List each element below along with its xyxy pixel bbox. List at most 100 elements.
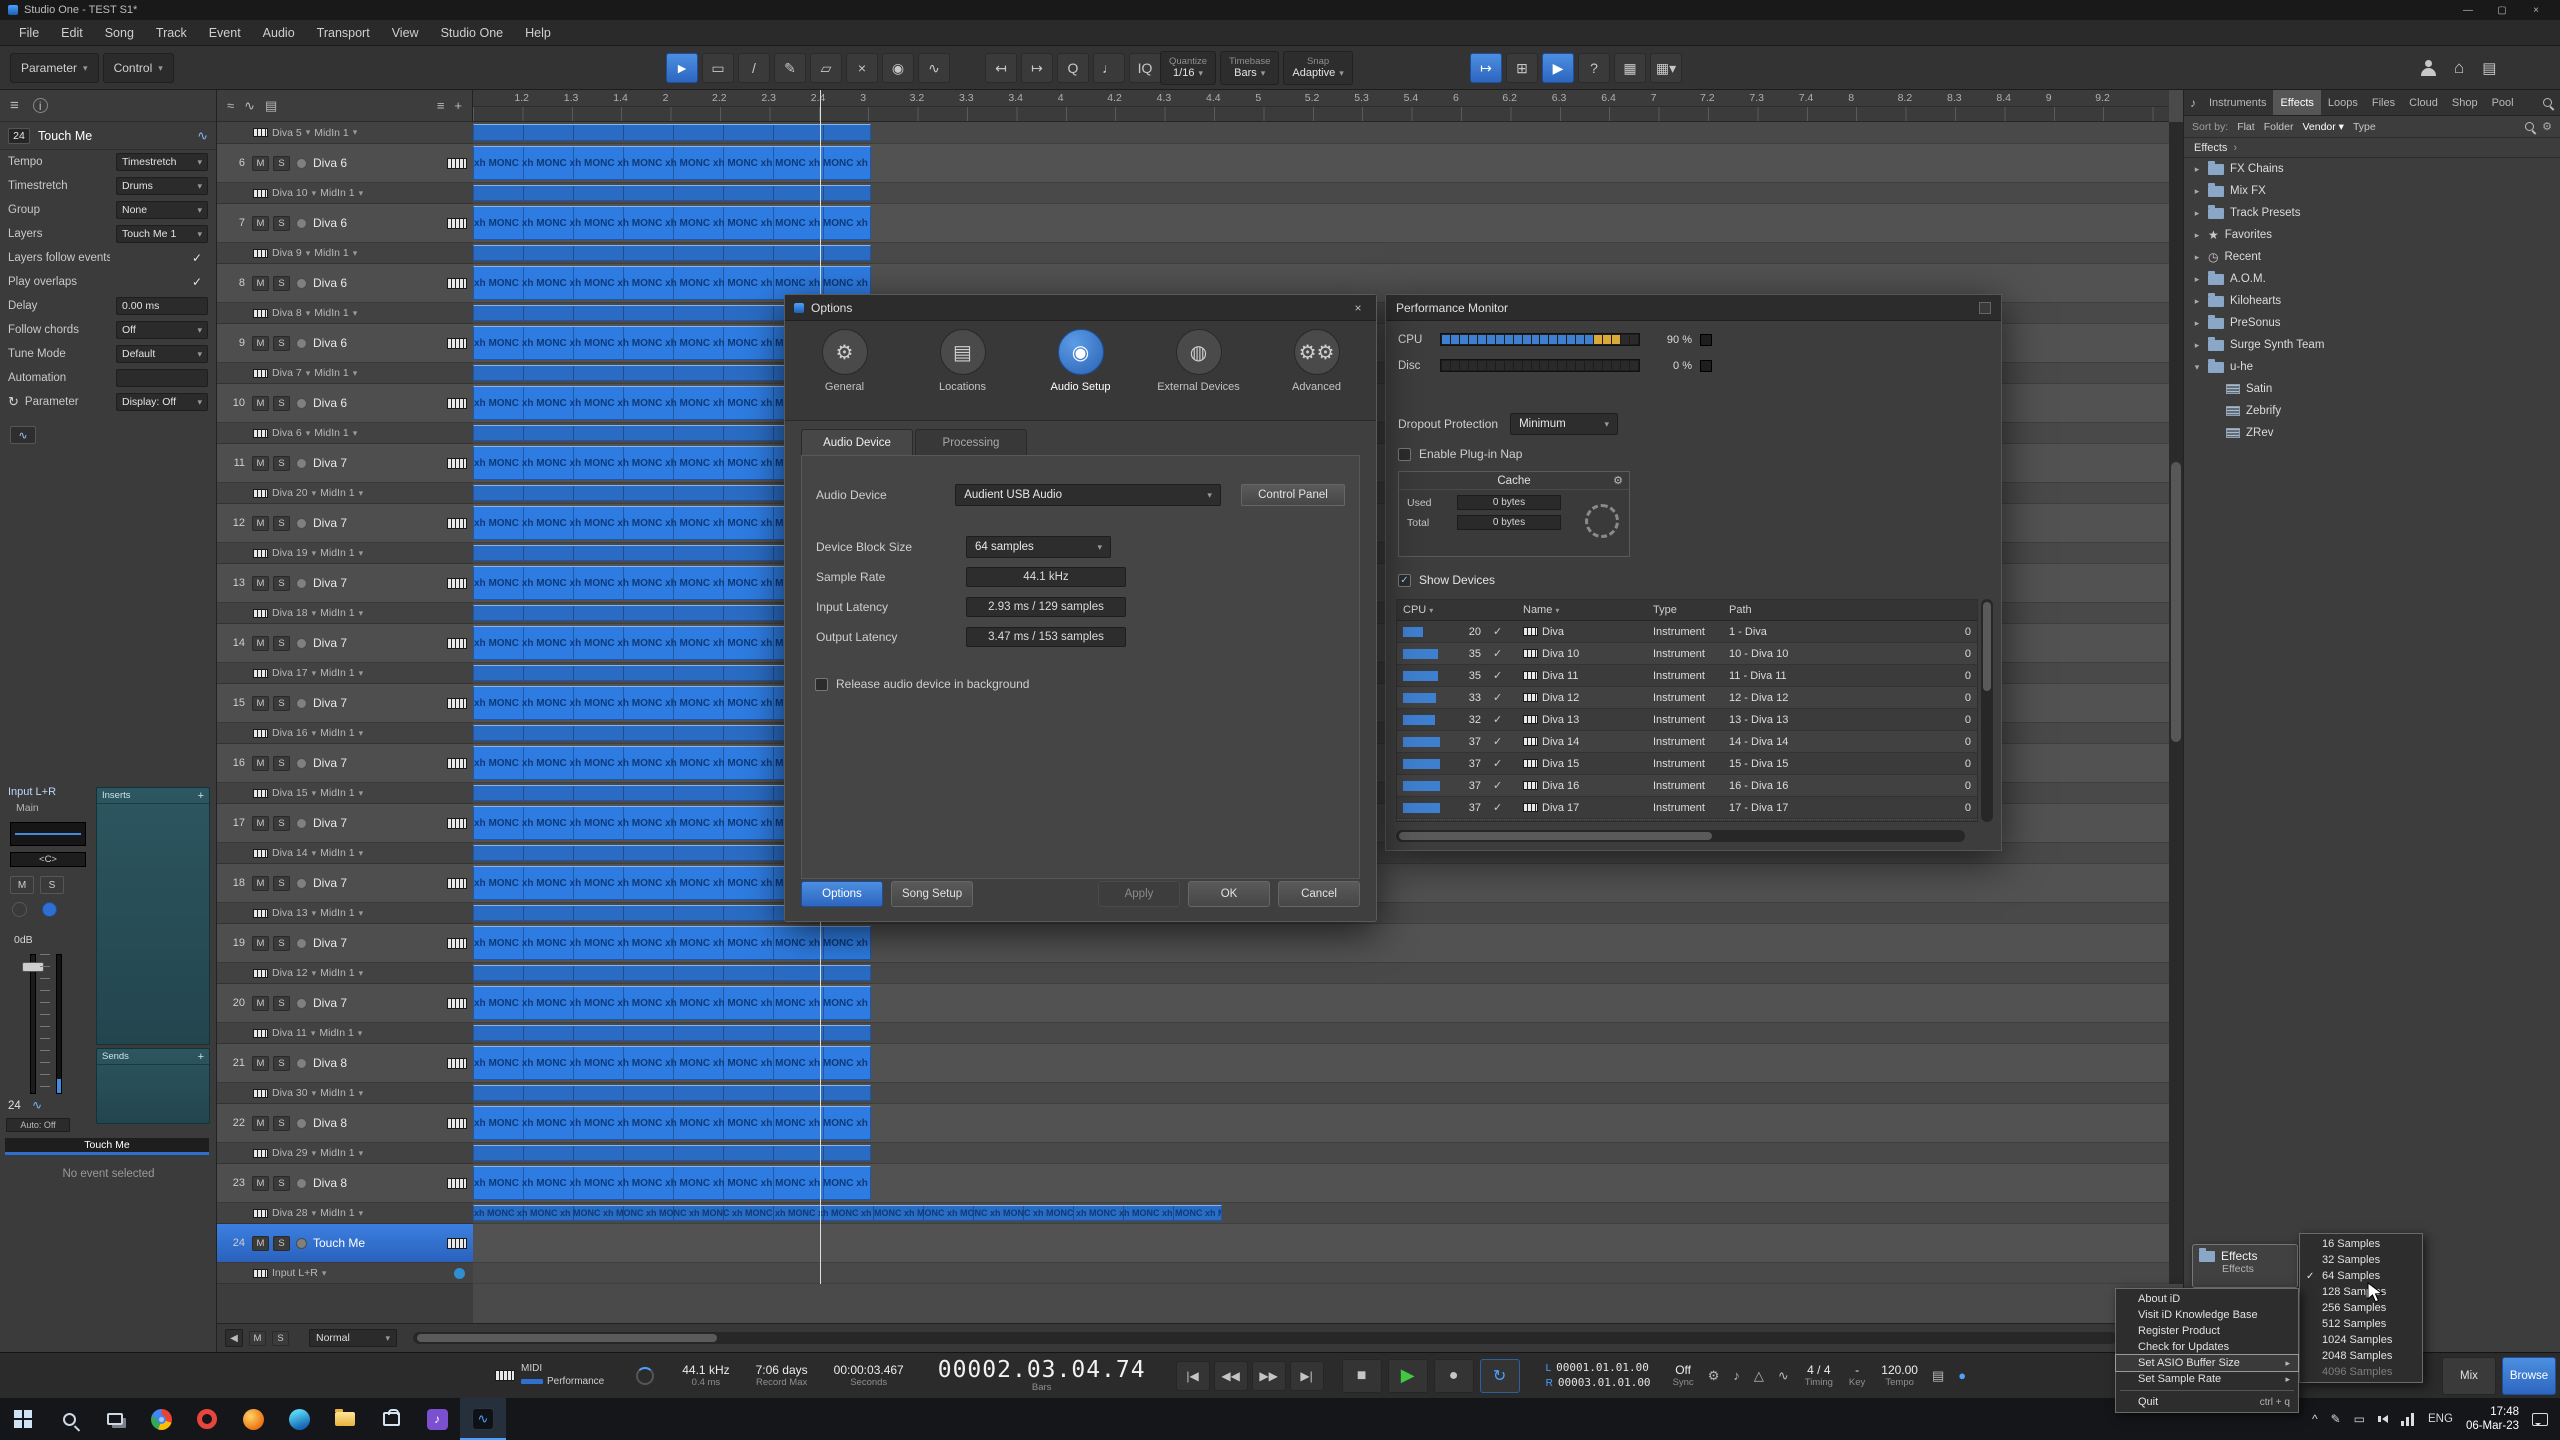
track-mute-button[interactable]: M: [252, 876, 269, 891]
timing-display[interactable]: 4 / 4Timing: [1805, 1363, 1833, 1389]
menu-icon[interactable]: ≡: [10, 97, 19, 114]
device-table-row[interactable]: 37✓ Diva 17Instrument17 - Diva 170: [1397, 797, 1977, 819]
track-list-menu-icon[interactable]: ≡: [437, 98, 445, 113]
tools-icon[interactable]: ⚙: [1613, 474, 1623, 487]
inspector-value[interactable]: [116, 369, 208, 387]
track-record-arm[interactable]: [296, 1238, 307, 1249]
track-lane[interactable]: Diva 18▾MidIn 1▾: [217, 603, 473, 624]
options-tab-audio-setup[interactable]: ◉Audio Setup: [1022, 329, 1140, 420]
track-record-arm[interactable]: [296, 398, 307, 409]
buffer-option-2048-samples[interactable]: 2048 Samples: [2300, 1348, 2422, 1364]
buffer-option-1024-samples[interactable]: 1024 Samples: [2300, 1332, 2422, 1348]
arrange-lane-row[interactable]: [473, 183, 2169, 204]
arrange-lane-row[interactable]: [473, 1263, 2169, 1284]
midi-clip[interactable]: [473, 1025, 871, 1041]
track-lane[interactable]: Diva 8▾MidIn 1▾: [217, 303, 473, 324]
pan-control[interactable]: <C>: [10, 852, 86, 867]
minimize-button[interactable]: —: [2458, 5, 2478, 16]
instrument-editor-icon[interactable]: [447, 1238, 467, 1249]
lane-instrument-name[interactable]: Diva 12: [272, 967, 308, 979]
track-mute-button[interactable]: M: [252, 1116, 269, 1131]
midi-clip[interactable]: [473, 245, 871, 261]
id-menu-register-product[interactable]: Register Product: [2116, 1323, 2298, 1339]
eraser-tool-button[interactable]: ▱: [810, 53, 842, 83]
table-header-name[interactable]: Name▾: [1517, 604, 1647, 616]
split-tool-button[interactable]: /: [738, 53, 770, 83]
taskbar-media-player-icon[interactable]: ♪: [414, 1398, 460, 1440]
options-dialog-titlebar[interactable]: Options ×: [785, 295, 1376, 321]
pencil-tool-button[interactable]: ✎: [774, 53, 806, 83]
time-display[interactable]: 00:00:03.467Seconds: [834, 1363, 904, 1389]
track-solo-button[interactable]: S: [273, 816, 290, 831]
buffer-option-16-samples[interactable]: 16 Samples: [2300, 1236, 2422, 1252]
snap-setting[interactable]: Snap Adaptive▾: [1283, 51, 1352, 85]
autoscroll-button[interactable]: ↦: [1470, 53, 1502, 83]
track-lane[interactable]: Diva 9▾MidIn 1▾: [217, 243, 473, 264]
track-solo-button[interactable]: S: [273, 1116, 290, 1131]
browser-search-icon[interactable]: [2535, 90, 2560, 115]
menu-studio-one[interactable]: Studio One: [430, 20, 515, 45]
lane-input-name[interactable]: MidIn 1: [320, 607, 354, 619]
metronome-icon[interactable]: △: [1754, 1368, 1764, 1384]
device-table-row[interactable]: 32✓ Diva 13Instrument13 - Diva 130: [1397, 709, 1977, 731]
midi-clip[interactable]: [473, 1145, 871, 1161]
device-table-row[interactable]: 35✓ Diva 10Instrument10 - Diva 100: [1397, 643, 1977, 665]
device-table-row[interactable]: 20✓ DivaInstrument1 - Diva0: [1397, 621, 1977, 643]
add-insert-icon[interactable]: +: [198, 790, 204, 802]
track-mute-button[interactable]: M: [252, 996, 269, 1011]
automation-view-icon[interactable]: ≈: [227, 98, 234, 113]
plugin-nap-row[interactable]: Enable Plug-in Nap: [1398, 447, 1522, 461]
table-header-type[interactable]: Type: [1647, 604, 1723, 616]
track-lane[interactable]: Diva 10▾MidIn 1▾: [217, 183, 473, 204]
instrument-editor-icon[interactable]: [447, 638, 467, 649]
track-solo-button[interactable]: S: [273, 516, 290, 531]
network-tray-icon[interactable]: [2401, 1412, 2415, 1426]
inspector-dropdown[interactable]: Touch Me 1▾: [116, 225, 208, 243]
track-mute-button[interactable]: M: [252, 156, 269, 171]
track-solo-button[interactable]: S: [273, 636, 290, 651]
track-lane[interactable]: Diva 12▾MidIn 1▾: [217, 963, 473, 984]
track-record-arm[interactable]: [296, 1178, 307, 1189]
track-solo-button[interactable]: S: [273, 1236, 290, 1251]
track-header[interactable]: 22MSDiva 8: [217, 1104, 473, 1143]
search-icon[interactable]: [2525, 122, 2534, 131]
channel-solo-button[interactable]: S: [40, 876, 64, 894]
show-devices-row[interactable]: ✓ Show Devices: [1398, 573, 1495, 587]
track-header[interactable]: 7MSDiva 6: [217, 204, 473, 243]
lane-instrument-name[interactable]: Diva 9: [272, 247, 302, 259]
lane-instrument-name[interactable]: Diva 10: [272, 187, 308, 199]
lane-input-name[interactable]: MidIn 1: [314, 307, 348, 319]
inspector-dropdown[interactable]: Default▾: [116, 345, 208, 363]
user-account-icon[interactable]: [2420, 60, 2436, 76]
track-lane[interactable]: Diva 30▾MidIn 1▾: [217, 1083, 473, 1104]
browser-item-favorites[interactable]: ▸★Favorites: [2184, 224, 2560, 246]
arrange-lane-row[interactable]: [473, 243, 2169, 264]
track-record-arm[interactable]: [296, 278, 307, 289]
id-menu-about-id[interactable]: About iD: [2116, 1291, 2298, 1307]
arrange-lane-row[interactable]: [473, 1143, 2169, 1164]
browser-item-track-presets[interactable]: ▸Track Presets: [2184, 202, 2560, 224]
track-record-arm[interactable]: [296, 638, 307, 649]
horizontal-scrollbar[interactable]: [413, 1332, 2117, 1344]
precount-icon[interactable]: ∿: [1778, 1368, 1789, 1384]
inspector-dropdown[interactable]: None▾: [116, 201, 208, 219]
sort-option-vendor[interactable]: Vendor ▾: [2302, 121, 2343, 133]
track-lane[interactable]: Diva 19▾MidIn 1▾: [217, 543, 473, 564]
lane-input-name[interactable]: MidIn 1: [320, 667, 354, 679]
taskbar-firefox-icon[interactable]: [230, 1398, 276, 1440]
instrument-editor-icon[interactable]: [447, 1118, 467, 1129]
instrument-editor-icon[interactable]: [447, 998, 467, 1009]
track-mute-button[interactable]: M: [252, 1236, 269, 1251]
midi-clip[interactable]: xh MONC xh MONC xh MONC xh MONC xh MONC …: [473, 1106, 871, 1140]
midi-clip[interactable]: [473, 185, 871, 201]
arrange-track-row[interactable]: xh MONC xh MONC xh MONC xh MONC xh MONC …: [473, 1104, 2169, 1143]
instrument-editor-icon[interactable]: [447, 818, 467, 829]
device-table-row[interactable]: 37✓ Diva 14Instrument14 - Diva 140: [1397, 731, 1977, 753]
browser-item-fx-chains[interactable]: ▸FX Chains: [2184, 158, 2560, 180]
arrange-lane-row[interactable]: [473, 963, 2169, 984]
track-mute-button[interactable]: M: [252, 216, 269, 231]
vertical-scrollbar[interactable]: [2169, 122, 2183, 1284]
track-solo-button[interactable]: S: [273, 216, 290, 231]
lane-input-name[interactable]: MidIn 1: [319, 1027, 353, 1039]
close-button[interactable]: ×: [2526, 5, 2546, 16]
